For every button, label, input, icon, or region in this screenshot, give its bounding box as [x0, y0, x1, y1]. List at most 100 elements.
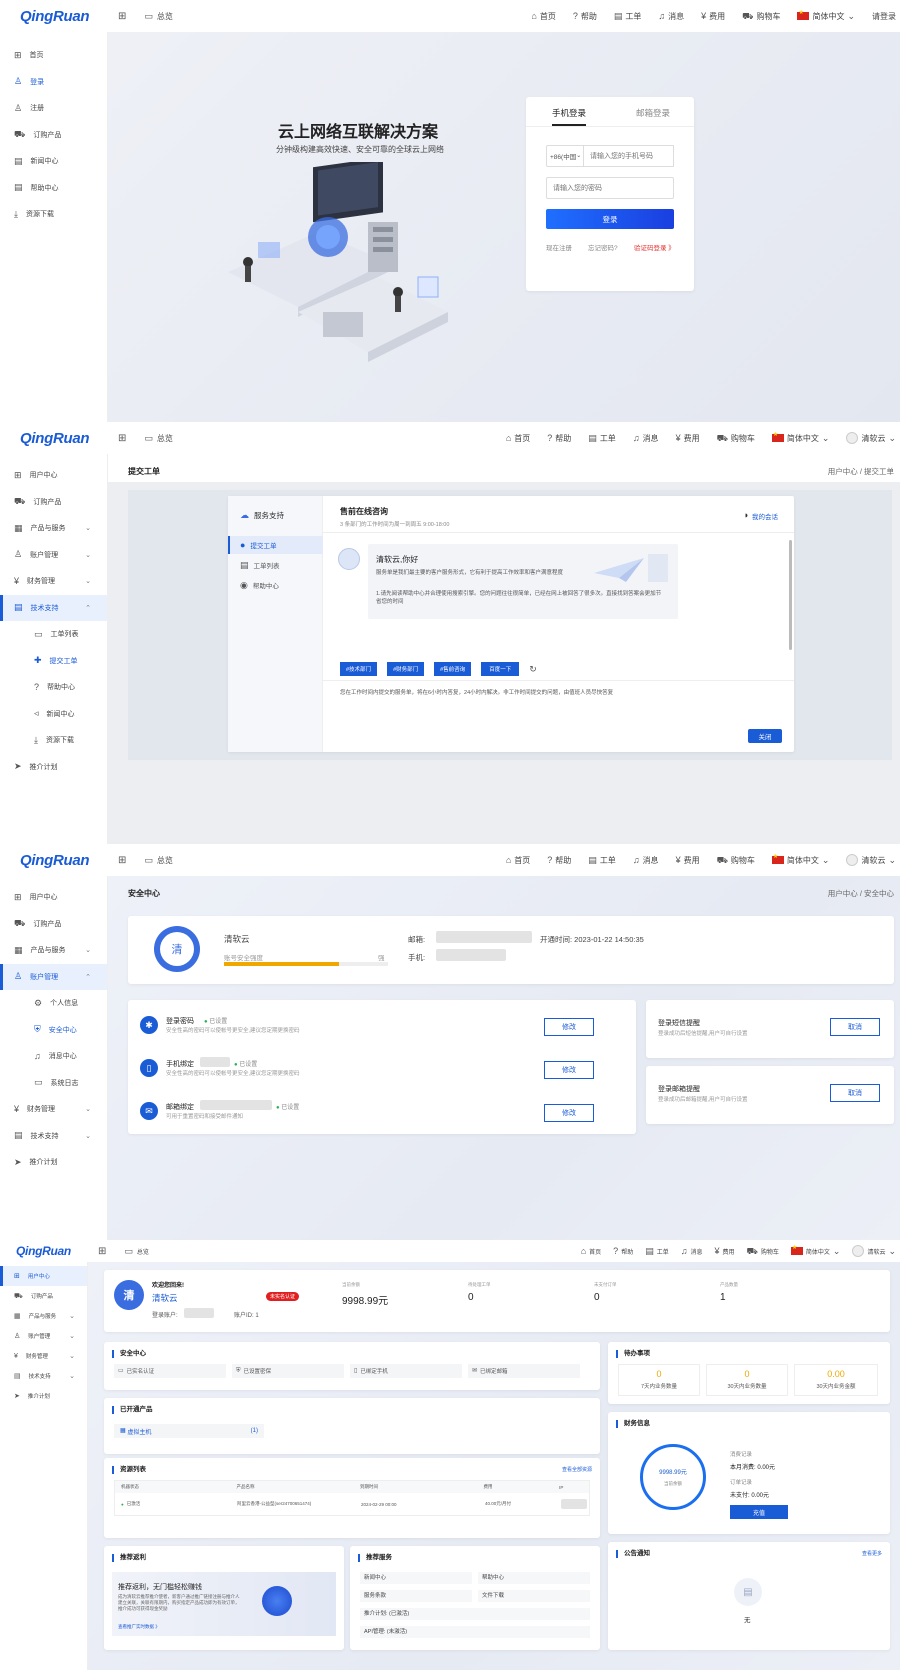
security-password[interactable]: ⛨ 已设置密保	[232, 1364, 344, 1378]
close-button[interactable]: 关闭	[748, 729, 782, 743]
verify-badge[interactable]: 未实名认证	[266, 1292, 300, 1301]
service-referral[interactable]: 推介计划: (已激活)	[360, 1608, 590, 1620]
home-link[interactable]: ⌂ 首页	[531, 11, 555, 22]
my-session-link[interactable]: ◗ 我的会话	[744, 511, 778, 522]
sidebar-item-user-center[interactable]: ⊞ 用户中心	[0, 462, 107, 489]
logo[interactable]: QingRuan	[0, 430, 108, 447]
sidebar-item-news[interactable]: ◃ 新闻中心	[0, 701, 107, 728]
sidebar-item-home[interactable]: ⊞ 首页	[0, 42, 107, 69]
sidebar-item-order[interactable]: ⛟ 订购产品	[0, 1286, 87, 1306]
security-email[interactable]: ✉ 已绑定邮箱	[468, 1364, 580, 1378]
sidebar-item-account[interactable]: ♙ 账户管理 ⌃	[0, 963, 107, 990]
menu-toggle-icon[interactable]: ⊞	[118, 855, 126, 866]
home-link[interactable]: ⌂ 首页	[506, 855, 530, 866]
sidebar-item-finance[interactable]: ¥ 财务管理 ⌄	[0, 1096, 107, 1123]
sidebar-item-login[interactable]: ♙ 登录	[0, 69, 107, 96]
help-link[interactable]: ? 帮助	[547, 855, 571, 866]
sidebar-item-support[interactable]: ▤ 技术支持 ⌄	[0, 1366, 87, 1386]
breadcrumb[interactable]: 用户中心 / 安全中心	[828, 888, 894, 899]
tag-finance[interactable]: #财务部门	[387, 662, 425, 676]
sidebar-item-ticket-list[interactable]: ▭ 工单列表	[0, 621, 107, 648]
sidebar-item-products[interactable]: ▦ 产品与服务 ⌄	[0, 1306, 87, 1326]
home-link[interactable]: ⌂ 首页	[506, 433, 530, 444]
tag-baidu[interactable]: 百度一下	[481, 662, 520, 676]
cart-link[interactable]: ⛟ 购物车	[742, 11, 780, 22]
login-button[interactable]: 登录	[546, 209, 674, 229]
sidebar-item-order[interactable]: ⛟ 订购产品	[0, 489, 107, 516]
recharge-button[interactable]: 充值	[730, 1505, 788, 1519]
view-all-resources-link[interactable]: 查看全部资源	[562, 1466, 592, 1473]
overview-link[interactable]: ▭ 总览	[144, 855, 173, 866]
sidebar-item-products[interactable]: ▦ 产品与服务 ⌄	[0, 515, 107, 542]
fee-link[interactable]: ¥ 费用	[701, 11, 725, 22]
help-link[interactable]: ? 帮助	[613, 1246, 633, 1256]
breadcrumb[interactable]: 用户中心 / 提交工单	[828, 466, 894, 477]
tab-phone-login[interactable]: 手机登录	[552, 107, 586, 119]
table-row[interactable]: ● 已激活 阿里云香港-公益型(ser24700651474) 2024-02-2…	[115, 1493, 589, 1515]
cart-link[interactable]: ⛟ 购物车	[717, 433, 755, 444]
tag-presale[interactable]: #售前咨询	[434, 662, 472, 676]
country-code-select[interactable]: +86(中国 ⌄	[546, 145, 584, 167]
phone-input[interactable]	[584, 145, 674, 167]
fee-link[interactable]: ¥ 费用	[676, 855, 700, 866]
service-download[interactable]: 文件下载	[478, 1590, 590, 1602]
language-select[interactable]: 简体中文⌄	[790, 1244, 840, 1256]
change-password-button[interactable]: 修改	[544, 1018, 594, 1036]
language-select[interactable]: 简体中文⌄	[771, 431, 829, 444]
service-terms[interactable]: 服务条款	[360, 1590, 472, 1602]
sidebar-item-products[interactable]: ▦ 产品与服务 ⌄	[0, 937, 107, 964]
message-link[interactable]: ♫ 消息	[633, 433, 659, 444]
sidebar-item-help[interactable]: ▤ 帮助中心	[0, 175, 107, 202]
service-api[interactable]: API管理: (未激活)	[360, 1626, 590, 1638]
service-news[interactable]: 新闻中心	[360, 1572, 472, 1584]
sidebar-item-logs[interactable]: ▭ 系统日志	[0, 1070, 107, 1097]
cart-link[interactable]: ⛟ 购物车	[747, 1246, 779, 1256]
language-select[interactable]: 简体中文⌄	[771, 853, 829, 866]
menu-toggle-icon[interactable]: ⊞	[118, 11, 126, 22]
sidebar-item-register[interactable]: ♙ 注册	[0, 95, 107, 122]
sidebar-item-messages[interactable]: ♫ 消息中心	[0, 1043, 107, 1070]
login-link[interactable]: 请登录	[872, 11, 896, 22]
home-link[interactable]: ⌂ 首页	[581, 1246, 601, 1256]
menu-ticket-list[interactable]: ▤ 工单列表	[228, 556, 323, 574]
product-row[interactable]: ▦ 虚拟主机 (1)	[114, 1424, 264, 1438]
user-name[interactable]: 清软云	[152, 1292, 178, 1304]
menu-help-center[interactable]: ◉ 帮助中心	[228, 576, 323, 594]
sidebar-item-support[interactable]: ▤ 技术支持 ⌄	[0, 1123, 107, 1150]
sidebar-item-order[interactable]: ⛟ 订购产品	[0, 911, 107, 938]
sidebar-item-user-center[interactable]: ⊞ 用户中心	[0, 1266, 87, 1286]
overview-link[interactable]: ▭ 总览	[124, 1246, 149, 1256]
ticket-link[interactable]: ▤ 工单	[588, 433, 616, 444]
sidebar-item-account[interactable]: ♙ 账户管理 ⌄	[0, 1326, 87, 1346]
fee-link[interactable]: ¥ 费用	[676, 433, 700, 444]
overview-link[interactable]: ▭ 总览	[144, 433, 173, 444]
user-menu[interactable]: 清软云 ⌄	[846, 432, 896, 444]
sidebar-item-download[interactable]: ⤓ 资源下载	[0, 201, 107, 228]
ticket-link[interactable]: ▤ 工单	[645, 1246, 669, 1256]
referral-data-link[interactable]: 查看推广实时数据 》	[118, 1624, 160, 1630]
tab-email-login[interactable]: 邮箱登录	[636, 107, 670, 119]
logo[interactable]: QingRuan	[0, 852, 108, 869]
sidebar-item-finance[interactable]: ¥ 财务管理 ⌄	[0, 568, 107, 595]
ticket-link[interactable]: ▤ 工单	[614, 11, 642, 22]
sidebar-item-user-center[interactable]: ⊞ 用户中心	[0, 884, 107, 911]
sidebar-item-referral[interactable]: ➤ 推介计划	[0, 754, 107, 781]
sidebar-item-order[interactable]: ⛟ 订购产品	[0, 122, 107, 149]
logo[interactable]: QingRuan	[0, 1244, 88, 1258]
password-input[interactable]	[546, 177, 674, 199]
sidebar-item-news[interactable]: ▤ 新闻中心	[0, 148, 107, 175]
user-menu[interactable]: 清软云 ⌄	[846, 854, 896, 866]
user-menu[interactable]: 清软云 ⌄	[852, 1245, 896, 1257]
help-link[interactable]: ? 帮助	[547, 433, 571, 444]
sidebar-item-security[interactable]: ⛨ 安全中心	[0, 1017, 107, 1044]
message-link[interactable]: ♫ 消息	[633, 855, 659, 866]
email-cancel-button[interactable]: 取消	[830, 1084, 880, 1102]
sidebar-item-account[interactable]: ♙ 账户管理 ⌄	[0, 542, 107, 569]
language-select[interactable]: 简体中文⌄	[797, 9, 855, 22]
sidebar-item-finance[interactable]: ¥ 财务管理 ⌄	[0, 1346, 87, 1366]
chat-scrollbar[interactable]	[789, 540, 792, 650]
forgot-password-link[interactable]: 忘记密码?	[588, 242, 618, 252]
sms-cancel-button[interactable]: 取消	[830, 1018, 880, 1036]
message-link[interactable]: ♫ 消息	[658, 11, 684, 22]
sidebar-item-referral[interactable]: ➤ 推介计划	[0, 1149, 107, 1176]
